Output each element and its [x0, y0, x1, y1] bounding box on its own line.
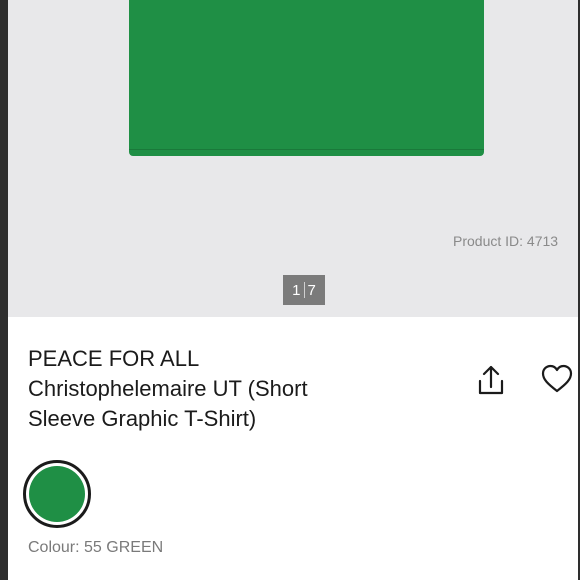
colour-swatch-fill [29, 466, 85, 522]
tshirt-hem [129, 149, 484, 150]
product-title-line-3: Sleeve Graphic T-Shirt) [28, 406, 257, 431]
colour-swatch-green[interactable] [23, 460, 91, 528]
pager-divider [303, 282, 305, 298]
product-title: PEACE FOR ALL Christophelemaire UT (Shor… [28, 344, 448, 434]
share-icon [478, 365, 504, 395]
heart-icon [541, 364, 573, 393]
product-id: Product ID: 4713 [453, 233, 559, 249]
share-button[interactable] [475, 362, 507, 398]
pager-current: 1 [292, 281, 301, 299]
product-title-line-2: Christophelemaire UT (Short [28, 376, 308, 401]
favorite-button[interactable] [540, 363, 574, 395]
pager-total: 7 [307, 281, 316, 299]
product-page: Product ID: 4713 1 7 PEACE FOR ALL Chris… [8, 0, 578, 580]
product-title-line-1: PEACE FOR ALL [28, 346, 200, 371]
image-pager: 1 7 [283, 275, 325, 305]
colour-label: Colour: 55 GREEN [28, 539, 164, 556]
product-image-gallery[interactable]: Product ID: 4713 1 7 [8, 0, 578, 317]
product-image-tshirt [129, 0, 484, 156]
